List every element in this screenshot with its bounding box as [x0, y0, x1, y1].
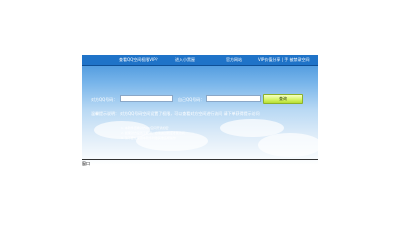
app-window: 查看QQ空间权限VIP？ 进入小黑屋 官方网站 VIP价值分享 | 手 被禁录空…	[0, 0, 400, 250]
cloud-decoration	[258, 133, 318, 157]
query-button[interactable]: 查询	[263, 94, 303, 104]
target-qq-input[interactable]	[120, 95, 173, 102]
status-label: 温馨提示说明：	[91, 111, 119, 116]
log-divider	[82, 159, 318, 161]
log-label: 窗口	[82, 161, 90, 166]
nav-item-blacklist[interactable]: 进入小黑屋	[175, 56, 195, 64]
main-panel: 查看QQ空间权限VIP？ 进入小黑屋 官方网站 VIP价值分享 | 手 被禁录空…	[82, 55, 318, 165]
tip-line: 2. 如果对方设置了权限，必须通过验证才能访问	[121, 131, 185, 135]
nav-item-permission[interactable]: 查看QQ空间权限VIP？	[119, 56, 160, 64]
status-text: 对方QQ号码空间设置了权限，可以查看对方空间进行访问 请下单获得提示访问	[120, 111, 260, 116]
own-qq-label: 自己QQ号码：	[178, 97, 205, 102]
tip-line: 1. 本软件查看对方QQ空间开通加密	[121, 126, 169, 130]
top-navigation: 查看QQ空间权限VIP？ 进入小黑屋 官方网站 VIP价值分享 | 手 被禁录空…	[82, 55, 318, 66]
nav-item-vip-share[interactable]: VIP价值分享 | 手 被禁录空间	[258, 56, 310, 64]
tip-line: 3. 请不要在使用本软件时做其他违规操作	[121, 136, 176, 140]
own-qq-input[interactable]	[206, 95, 261, 102]
nav-item-official-site[interactable]: 官方网站	[226, 56, 242, 64]
target-qq-label: 对方QQ号码：	[91, 97, 118, 102]
